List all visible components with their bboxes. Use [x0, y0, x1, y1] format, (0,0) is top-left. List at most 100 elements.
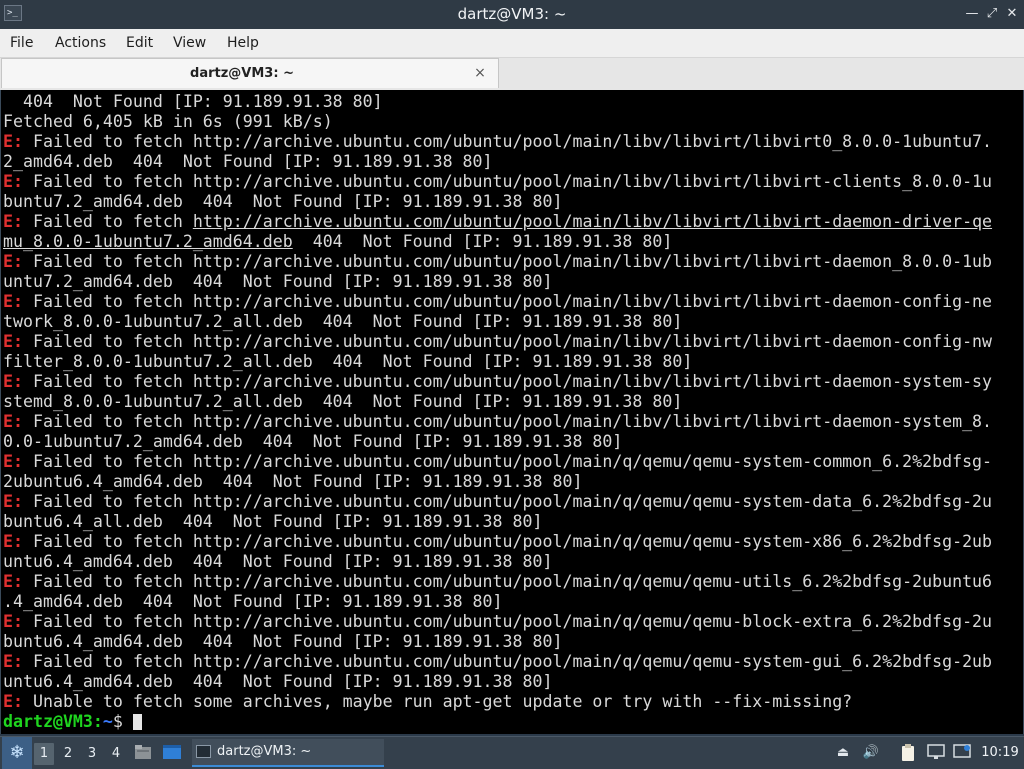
workspace-4[interactable]: 4: [106, 743, 126, 765]
terminal-icon: [196, 745, 211, 758]
terminal-line: buntu6.4_amd64.deb 404 Not Found [IP: 91…: [3, 632, 992, 652]
terminal-output[interactable]: 404 Not Found [IP: 91.189.91.38 80] Fetch…: [0, 90, 1024, 734]
terminal-line: 2ubuntu6.4_amd64.deb 404 Not Found [IP: …: [3, 472, 992, 492]
terminal-text: 404 Not Found [IP: 91.189.91.38 80] Fetch…: [3, 92, 992, 732]
terminal-line: stemd_8.0.0-1ubuntu7.2_all.deb 404 Not F…: [3, 392, 992, 412]
line-text: .4_amd64.deb 404 Not Found [IP: 91.189.9…: [3, 592, 503, 611]
line-text: 0.0-1ubuntu7.2_amd64.deb 404 Not Found […: [3, 432, 623, 451]
tab-close-icon[interactable]: ×: [472, 65, 488, 81]
terminal-line: E: Failed to fetch http://archive.ubuntu…: [3, 372, 992, 392]
clipboard-icon[interactable]: [899, 744, 917, 762]
window-titlebar[interactable]: >_ dartz@VM3: ~ — ⤢ ✕: [0, 0, 1024, 29]
line-text: Failed to fetch http://archive.ubuntu.co…: [22, 452, 993, 471]
error-prefix: E:: [3, 692, 23, 711]
terminal-line: E: Failed to fetch http://archive.ubuntu…: [3, 452, 992, 472]
error-prefix: E:: [3, 572, 23, 591]
terminal-line: E: Failed to fetch http://archive.ubuntu…: [3, 652, 992, 672]
terminal-line: 2_amd64.deb 404 Not Found [IP: 91.189.91…: [3, 152, 992, 172]
line-text: Failed to fetch http://archive.ubuntu.co…: [22, 252, 993, 271]
line-text: Failed to fetch http://archive.ubuntu.co…: [22, 412, 993, 431]
error-prefix: E:: [3, 452, 23, 471]
workspace-1[interactable]: 1: [34, 743, 54, 765]
line-text: Failed to fetch http://archive.ubuntu.co…: [22, 172, 993, 191]
line-text: buntu6.4_amd64.deb 404 Not Found [IP: 91…: [3, 632, 563, 651]
line-text: Failed to fetch http://archive.ubuntu.co…: [22, 132, 993, 151]
line-text: twork_8.0.0-1ubuntu7.2_all.deb 404 Not F…: [3, 312, 683, 331]
terminal-line: E: Failed to fetch http://archive.ubuntu…: [3, 332, 992, 352]
terminal-line: 404 Not Found [IP: 91.189.91.38 80]: [3, 92, 992, 112]
menu-edit[interactable]: Edit: [126, 29, 153, 57]
line-text: Fetched 6,405 kB in 6s (991 kB/s): [3, 112, 333, 131]
error-prefix: E:: [3, 652, 23, 671]
workspace-3[interactable]: 3: [82, 743, 102, 765]
terminal-line: E: Unable to fetch some archives, maybe …: [3, 692, 992, 712]
error-prefix: E:: [3, 612, 23, 631]
terminal-line: E: Failed to fetch http://archive.ubuntu…: [3, 412, 992, 432]
error-prefix: E:: [3, 292, 23, 311]
line-text: 404 Not Found [IP: 91.189.91.38 80]: [3, 92, 383, 111]
terminal-line: twork_8.0.0-1ubuntu7.2_all.deb 404 Not F…: [3, 312, 992, 332]
tab-bar: dartz@VM3: ~ ×: [0, 58, 1024, 90]
minimize-icon[interactable]: —: [964, 6, 980, 22]
prompt-user-host: dartz@VM3: [3, 712, 93, 731]
line-text: untu7.2_amd64.deb 404 Not Found [IP: 91.…: [3, 272, 553, 291]
taskbar-terminal-label: dartz@VM3: ~: [217, 744, 312, 759]
update-icon[interactable]: [953, 744, 971, 762]
menu-actions[interactable]: Actions: [55, 29, 106, 57]
line-text: Failed to fetch http://archive.ubuntu.co…: [22, 332, 993, 351]
line-text: 2ubuntu6.4_amd64.deb 404 Not Found [IP: …: [3, 472, 583, 491]
menu-view[interactable]: View: [173, 29, 206, 57]
taskbar-terminal-button[interactable]: dartz@VM3: ~: [192, 739, 384, 767]
error-prefix: E:: [3, 332, 23, 351]
prompt-line[interactable]: dartz@VM3:~$: [3, 712, 992, 732]
terminal-line: mu_8.0.0-1ubuntu7.2_amd64.deb 404 Not Fo…: [3, 232, 992, 252]
workspace-2[interactable]: 2: [58, 743, 78, 765]
error-prefix: E:: [3, 212, 23, 231]
volume-icon[interactable]: 🔊: [862, 744, 880, 762]
terminal-line: E: Failed to fetch http://archive.ubuntu…: [3, 492, 992, 512]
menu-file[interactable]: File: [10, 29, 33, 57]
show-desktop-icon[interactable]: [162, 744, 181, 762]
line-text: Failed to fetch http://archive.ubuntu.co…: [22, 652, 993, 671]
tab-terminal[interactable]: dartz@VM3: ~ ×: [1, 58, 499, 88]
line-text: filter_8.0.0-1ubuntu7.2_all.deb 404 Not …: [3, 352, 693, 371]
terminal-line: Fetched 6,405 kB in 6s (991 kB/s): [3, 112, 992, 132]
close-icon[interactable]: ✕: [1004, 6, 1020, 22]
terminal-line: E: Failed to fetch http://archive.ubuntu…: [3, 172, 992, 192]
line-text: untu6.4_amd64.deb 404 Not Found [IP: 91.…: [3, 552, 553, 571]
terminal-line: untu6.4_amd64.deb 404 Not Found [IP: 91.…: [3, 552, 992, 572]
error-prefix: E:: [3, 492, 23, 511]
line-text: Failed to fetch http://archive.ubuntu.co…: [22, 292, 993, 311]
error-prefix: E:: [3, 172, 23, 191]
hover-link[interactable]: mu_8.0.0-1ubuntu7.2_amd64.deb: [3, 232, 293, 251]
line-text: Failed to fetch http://archive.ubuntu.co…: [22, 372, 993, 391]
error-prefix: E:: [3, 372, 23, 391]
window-title: dartz@VM3: ~: [457, 5, 567, 23]
line-text: buntu7.2_amd64.deb 404 Not Found [IP: 91…: [3, 192, 563, 211]
error-prefix: E:: [3, 412, 23, 431]
eject-icon[interactable]: ⏏: [834, 744, 852, 762]
clock[interactable]: 10:19: [980, 737, 1020, 769]
terminal-line: E: Failed to fetch http://archive.ubuntu…: [3, 612, 992, 632]
terminal-line: buntu7.2_amd64.deb 404 Not Found [IP: 91…: [3, 192, 992, 212]
hover-link[interactable]: http://archive.ubuntu.com/ubuntu/pool/ma…: [193, 212, 992, 231]
terminal-line: E: Failed to fetch http://archive.ubuntu…: [3, 532, 992, 552]
lxqt-start-icon: ❄: [9, 742, 25, 763]
terminal-line: E: Failed to fetch http://archive.ubuntu…: [3, 572, 992, 592]
menu-help[interactable]: Help: [227, 29, 259, 57]
prompt-separator: :: [92, 712, 103, 731]
terminal-line: E: Failed to fetch http://archive.ubuntu…: [3, 252, 992, 272]
line-text: Unable to fetch some archives, maybe run…: [22, 692, 853, 711]
line-text: untu6.4_amd64.deb 404 Not Found [IP: 91.…: [3, 672, 553, 691]
menu-bar: File Actions Edit View Help: [0, 29, 1024, 58]
terminal-line: E: Failed to fetch http://archive.ubuntu…: [3, 212, 992, 232]
error-prefix: E:: [3, 252, 23, 271]
maximize-icon[interactable]: ⤢: [984, 6, 1000, 22]
terminal-line: filter_8.0.0-1ubuntu7.2_all.deb 404 Not …: [3, 352, 992, 372]
start-menu-button[interactable]: ❄: [2, 737, 32, 769]
network-icon[interactable]: [927, 744, 945, 762]
line-text: 2_amd64.deb 404 Not Found [IP: 91.189.91…: [3, 152, 493, 171]
terminal-line: E: Failed to fetch http://archive.ubuntu…: [3, 292, 992, 312]
file-manager-icon[interactable]: [134, 744, 152, 762]
line-text: Failed to fetch http://archive.ubuntu.co…: [22, 532, 993, 551]
